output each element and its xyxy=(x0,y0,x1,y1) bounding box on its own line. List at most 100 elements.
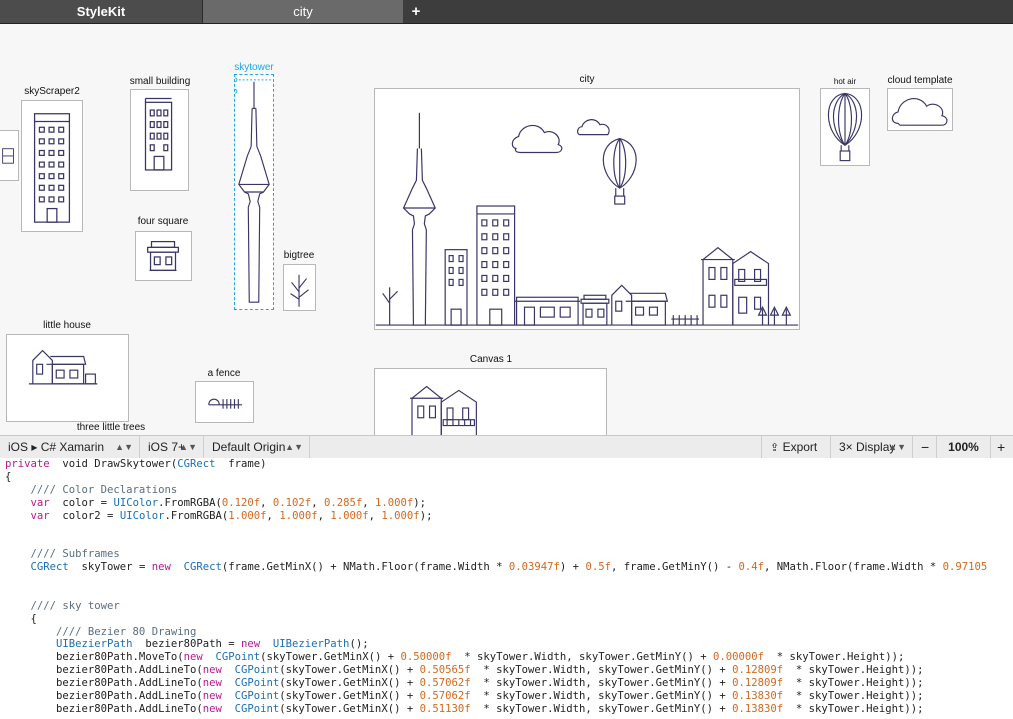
code-toolbar: iOS ▸ C# Xamarin ▲▼ iOS 7+ ▲▼ Default Orig… xyxy=(0,435,1013,459)
frame-hot-air[interactable] xyxy=(820,88,870,166)
frame-small-building[interactable] xyxy=(130,89,189,191)
code-token: 1.000f xyxy=(330,509,369,522)
code-token: var xyxy=(5,496,50,509)
code-line: { xyxy=(5,613,1013,626)
zoom-out-button[interactable]: − xyxy=(913,436,937,458)
frame-a-fence[interactable] xyxy=(195,381,254,423)
code-token: new xyxy=(202,690,222,703)
code-token: (); xyxy=(349,638,369,651)
code-token: new xyxy=(183,651,203,664)
code-token: 0.13830f xyxy=(732,690,784,703)
code-token: 1.000f xyxy=(279,509,318,522)
code-token: ); xyxy=(413,496,427,509)
partial-frame[interactable] xyxy=(0,130,19,181)
chevron-updown-icon: ▲▼ xyxy=(115,442,133,452)
platform-select[interactable]: iOS ▸ C# Xamarin ▲▼ xyxy=(0,436,140,458)
frame-label-three-little-trees: three little trees xyxy=(76,422,146,433)
code-token: var xyxy=(5,509,50,522)
code-token: (frame.GetMinX() + NMath.Floor(frame.Wid… xyxy=(221,561,509,574)
code-token: * skyTower.Width, skyTower.GetMinY() + xyxy=(470,702,733,715)
frame-four-square[interactable] xyxy=(135,231,192,281)
code-token: new xyxy=(241,638,261,651)
frame-bigtree[interactable] xyxy=(283,264,316,311)
victorian-house-drawing xyxy=(410,385,477,435)
frame-canvas1[interactable] xyxy=(374,368,607,435)
frame-label-skytower: skytower xyxy=(234,62,274,73)
code-line: bezier80Path.AddLineTo(new CGPoint(skyTo… xyxy=(5,664,1013,677)
code-editor[interactable]: private void DrawSkytower(CGRect frame){… xyxy=(0,458,1013,719)
fence-drawing xyxy=(208,398,243,409)
display-scale-select[interactable]: 3× Display ▲▼ xyxy=(831,436,913,458)
code-token: bezier80Path.AddLineTo( xyxy=(5,702,203,715)
drawing-canvas[interactable]: skyScraper2 small building skytower four… xyxy=(0,24,1013,435)
code-token: 0.57062f xyxy=(419,677,471,690)
code-token: * skyTower.Width, skyTower.GetMinY() + xyxy=(470,690,733,703)
code-token: .FromRGBA( xyxy=(164,509,229,522)
code-token: 0.13830f xyxy=(732,702,784,715)
ios-version-select[interactable]: iOS 7+ ▲▼ xyxy=(140,436,204,458)
code-token: ); xyxy=(419,509,433,522)
code-token: UIBezierPath xyxy=(260,638,350,651)
code-token: bezier80Path.AddLineTo( xyxy=(5,664,203,677)
frame-little-house[interactable] xyxy=(6,334,129,422)
code-line: var color2 = UIColor.FromRGBA(1.000f, 1.… xyxy=(5,510,1013,523)
code-token: //// Color Declarations xyxy=(5,483,178,496)
code-token: 1.000f xyxy=(228,509,267,522)
code-token: (skyTower.GetMinX() + xyxy=(279,702,420,715)
code-token: 0.12809f xyxy=(732,677,784,690)
code-token: , xyxy=(260,496,273,509)
code-line: bezier80Path.MoveTo(new CGPoint(skyTower… xyxy=(5,651,1013,664)
code-token: CGRect xyxy=(177,458,216,470)
code-token: , xyxy=(368,509,382,522)
code-token: (skyTower.GetMinX() + xyxy=(279,664,420,677)
small-building-drawing xyxy=(144,97,173,171)
tab-city[interactable]: city xyxy=(203,0,403,23)
code-token: 0.50000f xyxy=(400,651,452,664)
code-token: bezier80Path = xyxy=(132,638,241,651)
tab-stylekit[interactable]: StyleKit xyxy=(0,0,203,23)
code-token: CGRect xyxy=(5,561,69,574)
code-token: //// Bezier 80 Drawing xyxy=(5,625,197,638)
frame-label-bigtree: bigtree xyxy=(283,250,315,261)
code-token: CGPoint xyxy=(221,702,280,715)
frame-skyscraper2[interactable] xyxy=(21,100,83,232)
code-token: ) + xyxy=(559,561,586,574)
code-token: * skyTower.Height)); xyxy=(783,677,924,690)
code-token: CGPoint xyxy=(221,677,280,690)
code-line: //// Bezier 80 Drawing xyxy=(5,626,1013,639)
code-token: (skyTower.GetMinX() + xyxy=(279,690,420,703)
code-token: { xyxy=(5,470,12,483)
chevron-updown-icon: ▲▼ xyxy=(888,442,906,452)
cloud-drawing xyxy=(891,98,948,126)
code-token: 1.000f xyxy=(375,496,414,509)
code-token: UIColor xyxy=(119,509,165,522)
code-token: color2 = xyxy=(49,509,120,522)
code-token: frame) xyxy=(215,458,267,470)
code-token: 1.000f xyxy=(381,509,420,522)
frame-skytower[interactable] xyxy=(234,74,274,310)
frame-cloud-template[interactable] xyxy=(887,88,953,131)
tab-bar: StyleKit city + xyxy=(0,0,1013,24)
code-token: * skyTower.Width, skyTower.GetMinY() + xyxy=(451,651,713,664)
add-tab-button[interactable]: + xyxy=(404,0,428,23)
frame-city[interactable] xyxy=(374,88,800,330)
code-token: * skyTower.Width, skyTower.GetMinY() + xyxy=(470,664,733,677)
code-token: new xyxy=(202,664,222,677)
hot-air-balloon-drawing xyxy=(827,92,863,162)
little-house-drawing xyxy=(28,349,98,385)
code-token: 0.03947f xyxy=(508,561,560,574)
export-button[interactable]: ⇪ Export xyxy=(761,436,831,458)
code-token: { xyxy=(5,612,37,625)
code-token: CGRect xyxy=(170,561,222,574)
frame-label-city: city xyxy=(579,74,595,85)
export-icon: ⇪ xyxy=(770,442,780,454)
code-line: //// sky tower xyxy=(5,600,1013,613)
frame-label-cloud-template: cloud template xyxy=(887,75,953,86)
code-token: , NMath.Floor(frame.Width * xyxy=(764,561,943,574)
code-token: 0.51130f xyxy=(419,702,471,715)
origin-select[interactable]: Default Origin ▲▼ xyxy=(204,436,310,458)
frame-label-little-house: little house xyxy=(43,320,91,331)
zoom-in-button[interactable]: + xyxy=(991,436,1013,458)
